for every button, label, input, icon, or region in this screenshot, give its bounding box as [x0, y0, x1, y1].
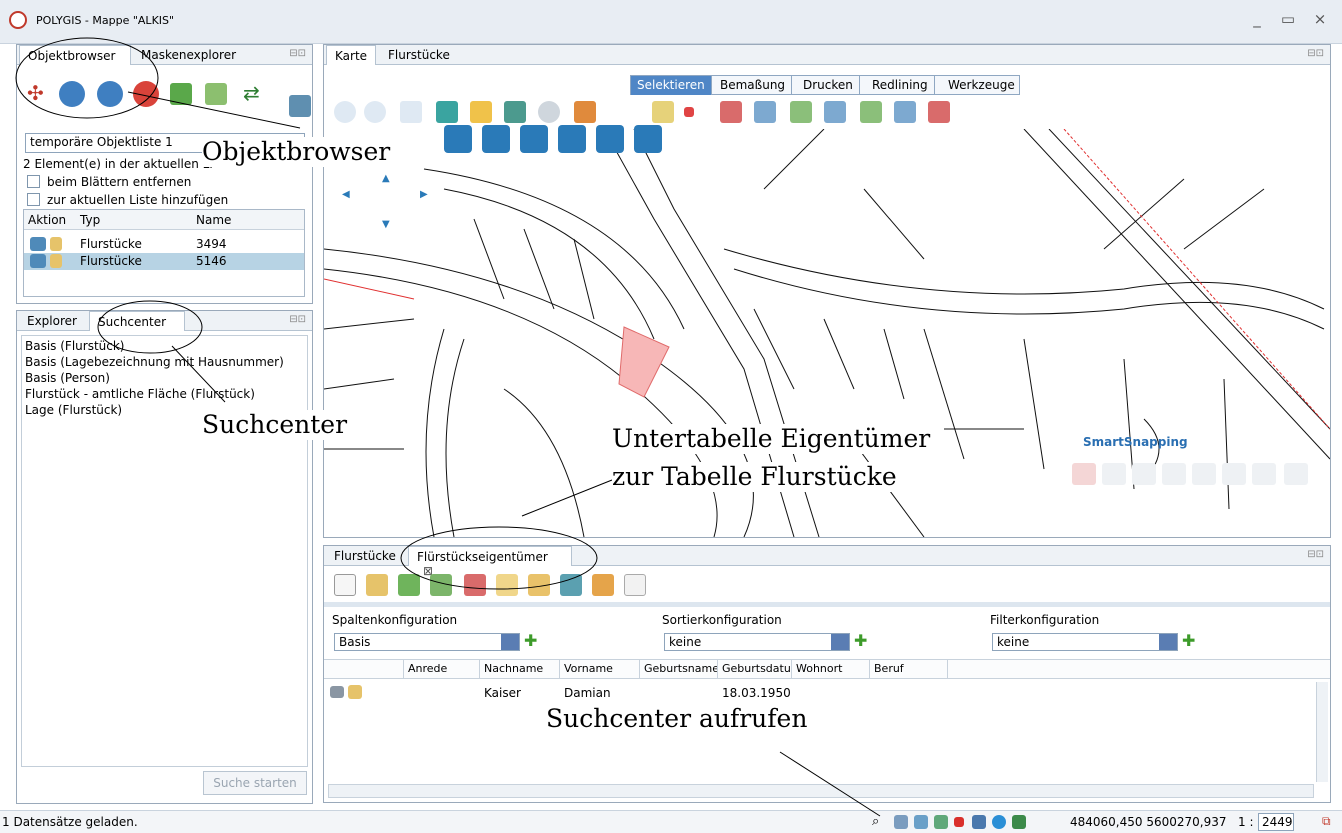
annotation-ellipse: [97, 300, 203, 354]
callout-untertabelle-1: Untertabelle Eigentümer: [612, 424, 931, 454]
callout-untertabelle-2: zur Tabelle Flurstücke: [612, 462, 897, 492]
callout-suchcenter: Suchcenter: [202, 410, 348, 440]
annotation-ellipse: [400, 526, 598, 590]
annotation-ellipse: [15, 37, 159, 119]
callout-objektbrowser: Objektbrowser: [202, 137, 391, 167]
callout-suchcenter-aufrufen: Suchcenter aufrufen: [546, 704, 808, 734]
